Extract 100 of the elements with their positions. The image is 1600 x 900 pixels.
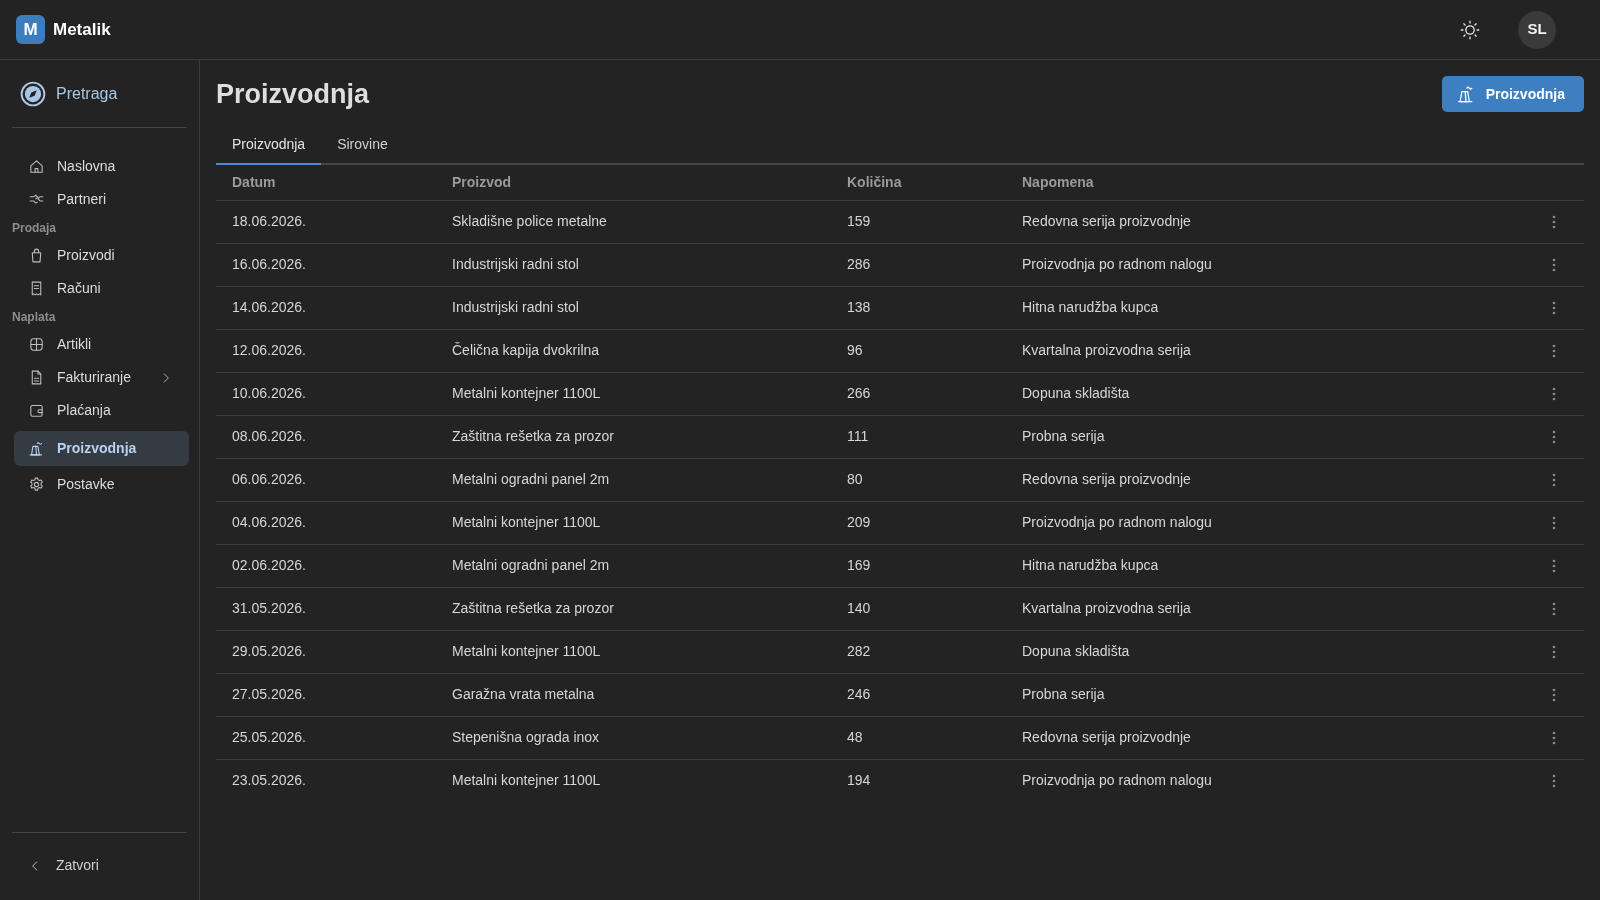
table-cell: Proizvodnja po radnom nalogu	[1006, 759, 1530, 802]
table-cell: 96	[831, 329, 1006, 373]
sidebar-item[interactable]: Proizvodi	[14, 239, 189, 272]
column-header: Datum	[216, 165, 436, 201]
more-options-icon[interactable]	[1552, 214, 1556, 229]
table-cell: Hitna narudžba kupca	[1006, 544, 1530, 588]
table-cell: 282	[831, 630, 1006, 674]
sidebar-item[interactable]: Računi	[14, 272, 189, 305]
table-cell: 159	[831, 200, 1006, 244]
table-cell: Kvartalna proizvodna serija	[1006, 329, 1530, 373]
app-name: Metalik	[53, 18, 111, 41]
more-options-icon[interactable]	[1552, 300, 1556, 315]
search-link[interactable]: Pretraga	[12, 60, 187, 128]
table-cell: Dopuna skladišta	[1006, 630, 1530, 674]
column-header: Napomena	[1006, 165, 1530, 201]
more-options-icon[interactable]	[1552, 773, 1556, 788]
column-header: Količina	[831, 165, 1006, 201]
production-button[interactable]: Proizvodnja	[1441, 76, 1584, 112]
table-cell: 04.06.2026.	[216, 501, 436, 545]
sidebar-item[interactable]: Postavke	[14, 468, 189, 501]
more-options-icon[interactable]	[1552, 687, 1556, 702]
table-cell: Redovna serija proizvodnje	[1006, 458, 1530, 502]
section-label: Prodaja	[12, 220, 57, 237]
table-cell: Metalni kontejner 1100L	[436, 372, 831, 416]
table-cell: 140	[831, 587, 1006, 631]
table-cell: 31.05.2026.	[216, 587, 436, 631]
table-cell: Zaštitna rešetka za prozor	[436, 587, 831, 631]
more-options-icon[interactable]	[1552, 257, 1556, 272]
page-title: Proizvodnja	[216, 77, 370, 111]
table-cell: 25.05.2026.	[216, 716, 436, 760]
table-cell: Stepenišna ograda inox	[436, 716, 831, 760]
logo-icon: M	[16, 15, 45, 44]
sidebar-item[interactable]: Partneri	[14, 183, 189, 216]
more-options-icon[interactable]	[1552, 558, 1556, 573]
table-cell: 02.06.2026.	[216, 544, 436, 588]
table-cell: Hitna narudžba kupca	[1006, 286, 1530, 330]
collapse-sidebar-button[interactable]: Zatvori	[12, 849, 109, 882]
compass-icon	[20, 81, 46, 107]
sidebar-item[interactable]: Fakturiranje	[14, 361, 189, 394]
table-cell: Probna serija	[1006, 415, 1530, 459]
table-cell: Metalni ogradni panel 2m	[436, 544, 831, 588]
table-cell: 194	[831, 759, 1006, 802]
table-cell: Metalni kontejner 1100L	[436, 630, 831, 674]
table-cell: 23.05.2026.	[216, 759, 436, 802]
wallet-icon	[28, 402, 45, 419]
table-cell: 12.06.2026.	[216, 329, 436, 373]
table-cell: 48	[831, 716, 1006, 760]
table-cell: Skladišne police metalne	[436, 200, 831, 244]
sun-icon[interactable]	[1460, 19, 1480, 40]
sidebar-item[interactable]: Proizvodnja	[14, 431, 189, 466]
table-cell: Proizvodnja po radnom nalogu	[1006, 501, 1530, 545]
more-options-icon[interactable]	[1552, 472, 1556, 487]
table-cell: Industrijski radni stol	[436, 286, 831, 330]
sidebar-item[interactable]: Naslovna	[14, 150, 189, 183]
more-options-icon[interactable]	[1552, 515, 1556, 530]
table-cell: Redovna serija proizvodnje	[1006, 200, 1530, 244]
sidebar-item[interactable]: Artikli	[14, 328, 189, 361]
more-options-icon[interactable]	[1552, 429, 1556, 444]
home-icon	[28, 158, 45, 175]
column-header: Proizvod	[436, 165, 831, 201]
table-cell: 138	[831, 286, 1006, 330]
section-label: Naplata	[12, 309, 57, 326]
table-cell: 16.06.2026.	[216, 243, 436, 287]
table-cell: 18.06.2026.	[216, 200, 436, 244]
table-cell: 246	[831, 673, 1006, 717]
table-cell: 80	[831, 458, 1006, 502]
table-cell: Zaštitna rešetka za prozor	[436, 415, 831, 459]
table-cell: 14.06.2026.	[216, 286, 436, 330]
table-cell: Metalni kontejner 1100L	[436, 501, 831, 545]
sidebar-item[interactable]: Plaćanja	[14, 394, 189, 427]
table-cell: Metalni kontejner 1100L	[436, 759, 831, 802]
table-cell: 29.05.2026.	[216, 630, 436, 674]
table-cell: 286	[831, 243, 1006, 287]
user-avatar[interactable]: SL	[1518, 10, 1556, 49]
table-cell: 06.06.2026.	[216, 458, 436, 502]
table-cell: Dopuna skladišta	[1006, 372, 1530, 416]
more-options-icon[interactable]	[1552, 343, 1556, 358]
table-cell: 08.06.2026.	[216, 415, 436, 459]
table-cell: Redovna serija proizvodnje	[1006, 716, 1530, 760]
more-options-icon[interactable]	[1552, 644, 1556, 659]
grid-icon	[28, 336, 45, 353]
more-options-icon[interactable]	[1552, 730, 1556, 745]
tab[interactable]: Proizvodnja	[216, 126, 322, 165]
table-cell: 266	[831, 372, 1006, 416]
tab[interactable]: Sirovine	[321, 126, 404, 165]
table-cell: Industrijski radni stol	[436, 243, 831, 287]
table-cell: 27.05.2026.	[216, 673, 436, 717]
cooling-tower-icon	[28, 440, 45, 457]
more-options-icon[interactable]	[1552, 386, 1556, 401]
table-cell: Kvartalna proizvodna serija	[1006, 587, 1530, 631]
table-cell: Čelična kapija dvokrilna	[436, 329, 831, 373]
table-cell: 209	[831, 501, 1006, 545]
table-cell: Garažna vrata metalna	[436, 673, 831, 717]
table-cell: Metalni ogradni panel 2m	[436, 458, 831, 502]
table-cell: 10.06.2026.	[216, 372, 436, 416]
table-cell: Probna serija	[1006, 673, 1530, 717]
more-options-icon[interactable]	[1552, 601, 1556, 616]
table-cell: Proizvodnja po radnom nalogu	[1006, 243, 1530, 287]
table-cell: 111	[831, 415, 1006, 459]
settings-icon	[28, 476, 45, 493]
